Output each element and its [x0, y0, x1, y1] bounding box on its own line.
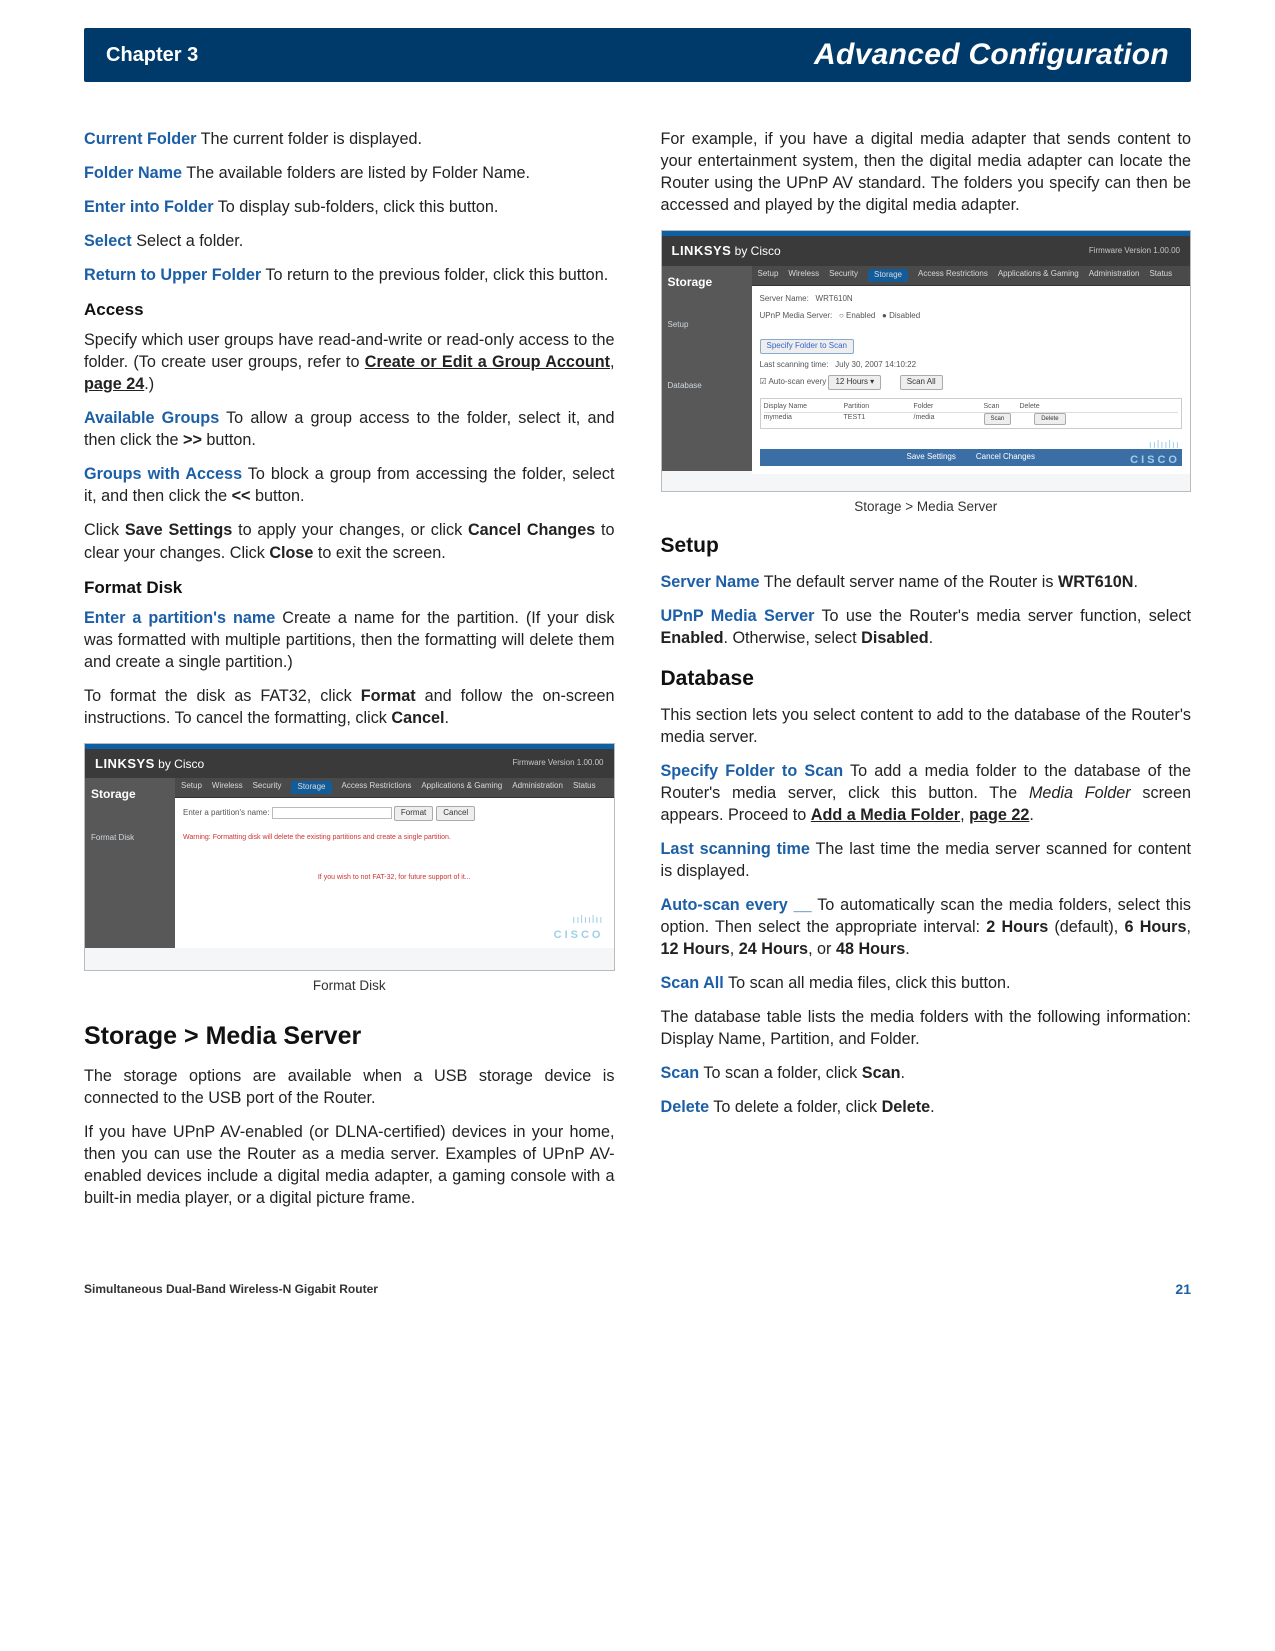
footer-page-number: 21: [1175, 1281, 1191, 1297]
para-db-table: The database table lists the media folde…: [661, 1006, 1192, 1050]
para-upnp: UPnP Media Server To use the Router's me…: [661, 605, 1192, 649]
para-scan: Scan To scan a folder, click Scan.: [661, 1062, 1192, 1084]
term-current-folder: Current Folder: [84, 130, 196, 148]
page-title: Advanced Configuration: [814, 38, 1169, 72]
figure-caption-media-server: Storage > Media Server: [661, 498, 1192, 516]
term-last-scan: Last scanning time: [661, 840, 810, 858]
para-save-cancel: Click Save Settings to apply your change…: [84, 519, 615, 563]
term-enter-folder: Enter into Folder: [84, 198, 214, 216]
term-specify-folder: Specify Folder to Scan: [661, 762, 844, 780]
para-groups-access: Groups with Access To block a group from…: [84, 463, 615, 507]
para-select: Select Select a folder.: [84, 230, 615, 252]
term-auto-scan: Auto-scan every __: [661, 896, 812, 914]
para-available-groups: Available Groups To allow a group access…: [84, 407, 615, 451]
heading-format-disk: Format Disk: [84, 576, 615, 599]
screenshot-media-server: LINKSYS by Cisco Firmware Version 1.00.0…: [661, 230, 1192, 492]
heading-setup: Setup: [661, 532, 1192, 561]
chapter-header: Chapter 3 Advanced Configuration: [84, 28, 1191, 82]
para-enter-folder: Enter into Folder To display sub-folders…: [84, 196, 615, 218]
link-page-24[interactable]: page 24: [84, 375, 144, 393]
para-access: Specify which user groups have read-and-…: [84, 329, 615, 395]
link-page-22[interactable]: page 22: [969, 806, 1029, 824]
para-format: To format the disk as FAT32, click Forma…: [84, 685, 615, 729]
link-add-media-folder[interactable]: Add a Media Folder: [811, 806, 960, 824]
heading-media-server: Storage > Media Server: [84, 1019, 615, 1053]
para-enter-partition: Enter a partition's name Create a name f…: [84, 607, 615, 673]
figure-media-server: LINKSYS by Cisco Firmware Version 1.00.0…: [661, 230, 1192, 516]
term-upnp: UPnP Media Server: [661, 607, 815, 625]
para-current-folder: Current Folder The current folder is dis…: [84, 128, 615, 150]
term-folder-name: Folder Name: [84, 164, 182, 182]
screenshot-format-disk: LINKSYS by Cisco Firmware Version 1.00.0…: [84, 743, 615, 971]
heading-access: Access: [84, 298, 615, 321]
para-folder-name: Folder Name The available folders are li…: [84, 162, 615, 184]
footer-product: Simultaneous Dual-Band Wireless-N Gigabi…: [84, 1282, 378, 1296]
figure-format-disk: LINKSYS by Cisco Firmware Version 1.00.0…: [84, 743, 615, 995]
term-server-name: Server Name: [661, 573, 760, 591]
para-db-intro: This section lets you select content to …: [661, 704, 1192, 748]
term-return-upper: Return to Upper Folder: [84, 266, 261, 284]
para-last-scan: Last scanning time The last time the med…: [661, 838, 1192, 882]
heading-database: Database: [661, 665, 1192, 694]
para-delete: Delete To delete a folder, click Delete.: [661, 1096, 1192, 1118]
page-footer: Simultaneous Dual-Band Wireless-N Gigabi…: [84, 1281, 1191, 1297]
para-auto-scan: Auto-scan every __ To automatically scan…: [661, 894, 1192, 960]
link-create-group[interactable]: Create or Edit a Group Account: [365, 353, 610, 371]
term-available-groups: Available Groups: [84, 409, 219, 427]
para-specify-folder: Specify Folder to Scan To add a media fo…: [661, 760, 1192, 826]
term-enter-partition: Enter a partition's name: [84, 609, 275, 627]
para-scan-all: Scan All To scan all media files, click …: [661, 972, 1192, 994]
chapter-label: Chapter 3: [106, 44, 198, 67]
para-server-name: Server Name The default server name of t…: [661, 571, 1192, 593]
para-ms-2: If you have UPnP AV-enabled (or DLNA-cer…: [84, 1121, 615, 1209]
para-return-upper: Return to Upper Folder To return to the …: [84, 264, 615, 286]
term-scan-all: Scan All: [661, 974, 724, 992]
para-ms-1: The storage options are available when a…: [84, 1065, 615, 1109]
figure-caption-format-disk: Format Disk: [84, 977, 615, 995]
term-select: Select: [84, 232, 132, 250]
right-column: For example, if you have a digital media…: [661, 128, 1192, 1221]
term-delete: Delete: [661, 1098, 710, 1116]
term-groups-access: Groups with Access: [84, 465, 242, 483]
left-column: Current Folder The current folder is dis…: [84, 128, 615, 1221]
term-scan: Scan: [661, 1064, 700, 1082]
para-top-right: For example, if you have a digital media…: [661, 128, 1192, 216]
